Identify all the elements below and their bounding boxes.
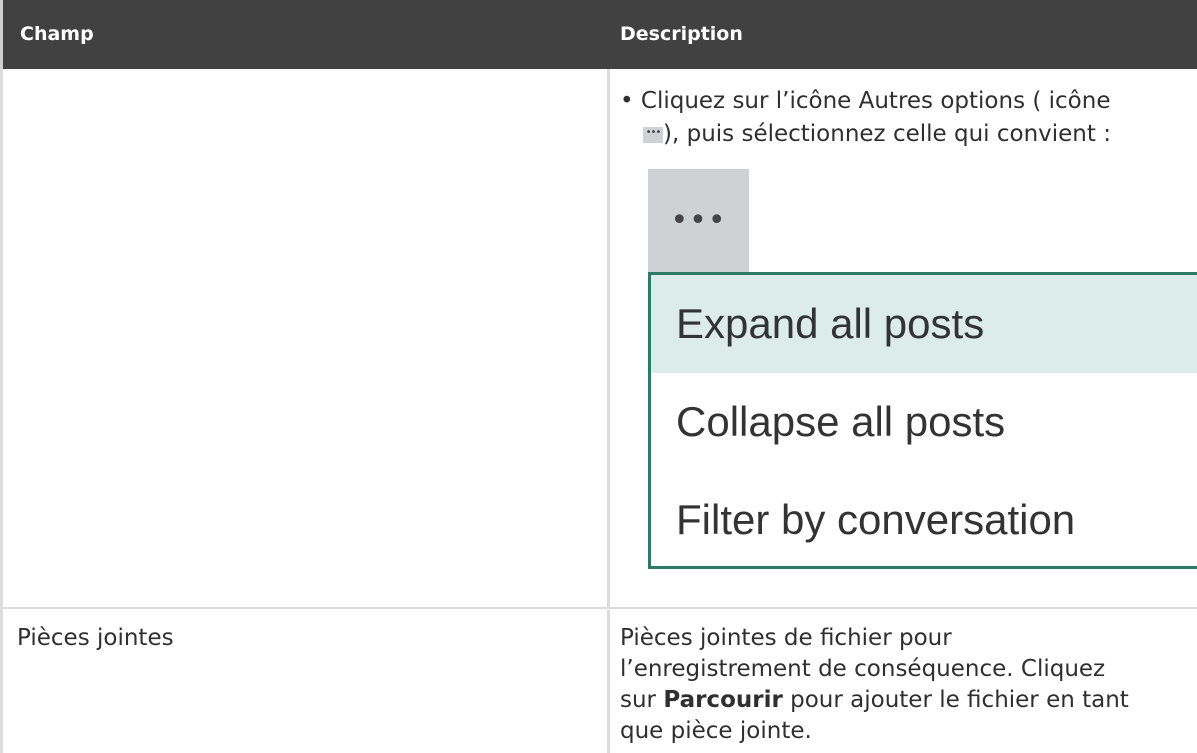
- row-divider: [0, 607, 1197, 609]
- bullet: •: [620, 88, 634, 114]
- row1-desc-line2: •••), puis sélectionnez celle qui convie…: [643, 119, 1111, 150]
- row2-desc-line3: sur Parcourir pour ajouter le fichier en…: [620, 685, 1129, 716]
- row2-desc-line2: l’enregistrement de conséquence. Cliquez: [620, 656, 1106, 682]
- header-champ: Champ: [20, 23, 94, 45]
- menu-item-expand-all-posts[interactable]: Expand all posts: [651, 275, 1197, 373]
- column-divider-row2: [607, 610, 610, 753]
- row2-field: Pièces jointes: [17, 625, 174, 651]
- documentation-table: Champ Description • Cliquez sur l’icône …: [0, 0, 1197, 753]
- row2-desc-line4: que pièce jointe.: [620, 718, 812, 744]
- row1-desc-text1: Cliquez sur l’icône Autres options ( icô…: [640, 88, 1111, 114]
- header-description: Description: [620, 23, 743, 45]
- more-options-inline-icon: •••: [643, 126, 663, 143]
- row2-desc-post: pour ajouter le fichier en tant: [782, 687, 1129, 713]
- row2-desc-line1: Pièces jointes de fichier pour: [620, 625, 952, 651]
- menu-item-collapse-all-posts[interactable]: Collapse all posts: [651, 373, 1197, 471]
- column-divider-row1: [607, 69, 610, 608]
- more-options-menu: Expand all posts Collapse all posts Filt…: [648, 272, 1197, 569]
- menu-item-filter-by-conversation[interactable]: Filter by conversation: [651, 471, 1197, 569]
- table-left-border: [0, 69, 3, 753]
- more-options-button[interactable]: •••: [648, 169, 749, 273]
- table-header-row: Champ Description: [0, 0, 1197, 69]
- parcourir-label: Parcourir: [663, 687, 783, 713]
- row1-desc-text2: ), puis sélectionnez celle qui convient …: [663, 121, 1111, 147]
- row2-desc-pre: sur: [620, 687, 664, 713]
- row1-desc-line1: • Cliquez sur l’icône Autres options ( i…: [620, 86, 1110, 117]
